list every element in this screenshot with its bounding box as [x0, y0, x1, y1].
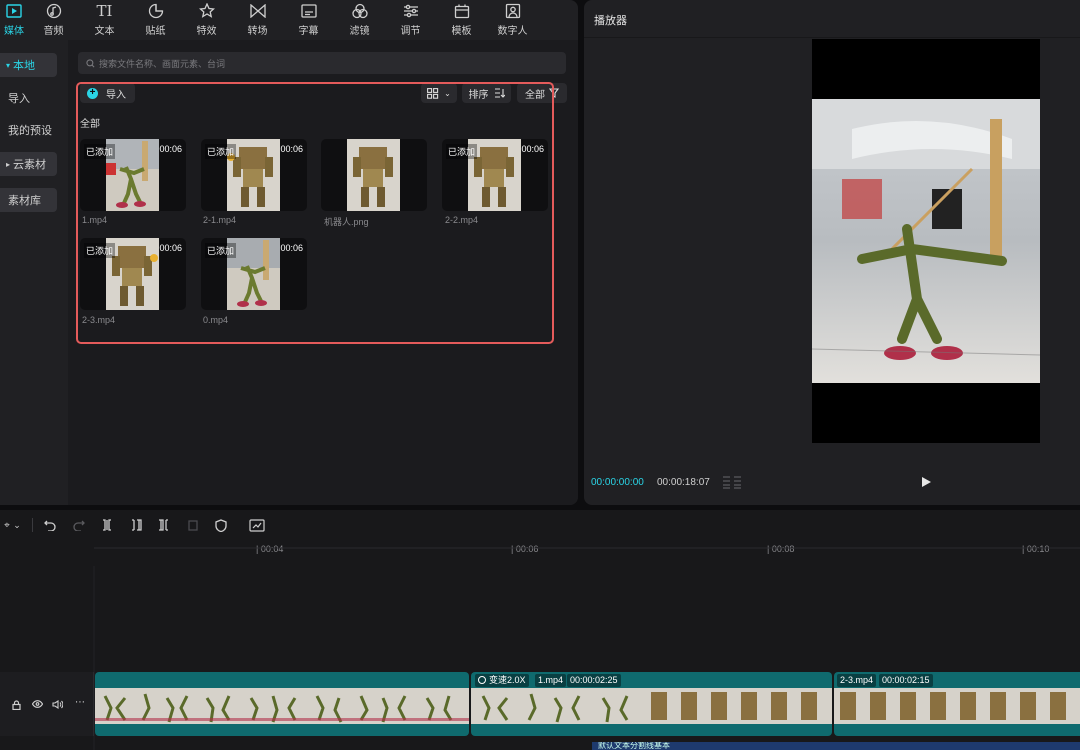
tool-label: 滤镜 [349, 26, 370, 37]
divider [32, 518, 33, 532]
chevron-down-icon[interactable]: ⌄ [10, 518, 24, 532]
tool-adjust[interactable]: 调节 [385, 0, 436, 40]
speed-label: 变速2.0X [489, 675, 526, 685]
top-toolbar: 媒体 音频 TI 文本 贴纸 特效 转场 字幕 滤镜 调节 模板 数字人 [0, 0, 578, 40]
filter-icon [351, 3, 369, 19]
sticker-icon [147, 3, 165, 19]
split-icon[interactable] [100, 518, 114, 532]
side-nav: ▾ 本地 导入 我的预设 ▸ 云素材 素材库 [0, 40, 68, 505]
sidenav-label: 素材库 [8, 195, 41, 207]
audio-icon [45, 3, 63, 19]
tool-label: 文本 [94, 26, 115, 37]
player-title: 播放器 [594, 15, 627, 27]
tool-label: 调节 [400, 26, 421, 37]
sidenav-item-cloud[interactable]: ▸ 云素材 [0, 152, 57, 176]
sidenav-label: 云素材 [13, 159, 47, 171]
tool-effects[interactable]: 特效 [181, 0, 232, 40]
adjust-icon [402, 3, 420, 19]
total-time: 00:00:18:07 [657, 477, 710, 488]
tool-digital-human[interactable]: 数字人 [487, 0, 538, 40]
tool-transition[interactable]: 转场 [232, 0, 283, 40]
tool-label: 贴纸 [145, 26, 166, 37]
subtitle-icon [300, 3, 318, 19]
digital-human-icon [504, 3, 522, 19]
tool-label: 模板 [451, 26, 472, 37]
chevron-down-icon: ▾ [6, 60, 11, 70]
shield-icon[interactable] [214, 518, 228, 532]
current-time: 00:00:00:00 [591, 477, 644, 488]
delete-icon[interactable] [186, 518, 200, 532]
clip-name: 1.mp4 [535, 674, 567, 687]
clip-filmstrip [834, 688, 1080, 724]
more-icon[interactable]: ⋯ [75, 697, 85, 708]
chevron-right-icon: ▸ [6, 159, 11, 169]
tool-template[interactable]: 模板 [436, 0, 487, 40]
sidenav-item-local[interactable]: ▾ 本地 [0, 53, 57, 77]
clip-name: 2-3.mp4 [837, 674, 877, 687]
tool-label: 特效 [196, 26, 217, 37]
transition-icon [249, 3, 267, 19]
tool-label: 字幕 [298, 26, 319, 37]
waveform-icon[interactable] [722, 475, 742, 489]
clip-filmstrip [471, 688, 832, 724]
template-icon [453, 3, 471, 19]
video-editor: 媒体 音频 TI 文本 贴纸 特效 转场 字幕 滤镜 调节 模板 数字人 ▾ 本… [0, 0, 1080, 750]
volume-icon[interactable] [52, 699, 64, 712]
eye-icon[interactable] [31, 700, 44, 711]
sidenav-label: 本地 [13, 60, 36, 72]
media-icon [5, 3, 23, 19]
search-icon [86, 58, 95, 67]
highlight-frame [76, 82, 554, 344]
player-stage[interactable] [812, 39, 1040, 443]
speed-icon [478, 676, 486, 684]
lock-icon[interactable] [12, 700, 21, 713]
timeline-clip[interactable] [95, 672, 469, 736]
play-icon[interactable] [920, 476, 932, 488]
effects-icon [198, 3, 216, 19]
clip-duration: 00:00:02:15 [879, 674, 933, 687]
sidenav-item-library[interactable]: 素材库 [0, 188, 57, 212]
split-right-icon[interactable] [157, 518, 171, 532]
speed-badge: 变速2.0X [475, 674, 529, 687]
text-track-clip[interactable]: 默认文本分割线基本 [592, 742, 1080, 750]
tool-label: 音频 [43, 26, 64, 37]
sidenav-label: 导入 [8, 93, 30, 105]
tool-media[interactable]: 媒体 [0, 0, 28, 40]
tool-filter[interactable]: 滤镜 [334, 0, 385, 40]
player-header [584, 0, 1080, 38]
smart-cut-icon[interactable] [248, 518, 266, 532]
undo-icon[interactable] [43, 518, 57, 532]
tool-label: 数字人 [497, 26, 528, 37]
tool-text[interactable]: TI 文本 [79, 0, 130, 40]
preview-frame [812, 99, 1040, 383]
split-left-icon[interactable] [129, 518, 143, 532]
sidenav-item-import[interactable]: 导入 [0, 86, 57, 110]
text-icon: TI [96, 2, 113, 20]
tool-sticker[interactable]: 贴纸 [130, 0, 181, 40]
redo-icon[interactable] [72, 518, 86, 532]
ruler-ticks [94, 547, 1080, 549]
search-placeholder: 搜索文件名称、画面元素、台词 [99, 58, 226, 69]
timeline-clip[interactable]: 变速2.0X 1.mp4 00:00:02:25 [471, 672, 832, 736]
sidenav-label: 我的预设 [8, 125, 52, 137]
tool-audio[interactable]: 音频 [28, 0, 79, 40]
tool-label: 媒体 [4, 26, 24, 37]
search-input[interactable]: 搜索文件名称、画面元素、台词 [78, 52, 566, 74]
player-panel: 播放器 00:00:00:00 00:00:18:07 [584, 0, 1080, 505]
clip-duration: 00:00:02:25 [567, 674, 621, 687]
timeline-clip[interactable]: 2-3.mp4 00:00:02:15 [834, 672, 1080, 736]
tool-subtitle[interactable]: 字幕 [283, 0, 334, 40]
tool-label: 转场 [247, 26, 268, 37]
sidenav-item-presets[interactable]: 我的预设 [0, 118, 57, 142]
clip-filmstrip [95, 688, 469, 724]
